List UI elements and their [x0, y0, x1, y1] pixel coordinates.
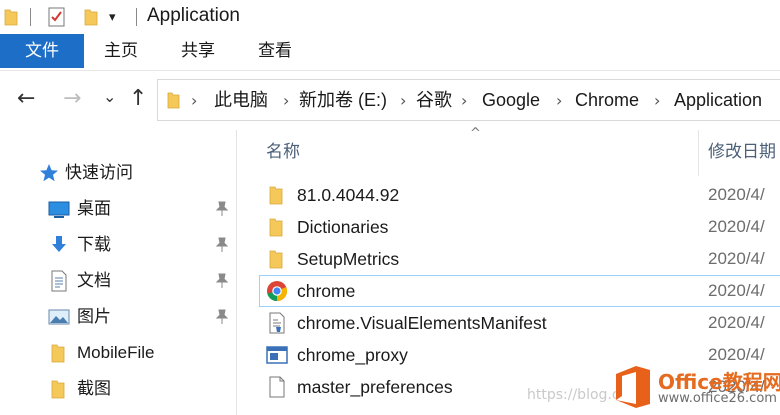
navigation-pane: 快速访问 桌面 下载 文档 图片 MobileFile 截图: [0, 130, 237, 415]
sort-indicator-icon: ^: [470, 126, 481, 141]
pin-icon[interactable]: [215, 309, 229, 325]
breadcrumb-drive[interactable]: 新加卷 (E:): [299, 88, 387, 112]
folder-icon: [51, 344, 65, 363]
file-name: 81.0.4044.92: [297, 185, 400, 205]
file-date: 2020/4/: [708, 281, 765, 300]
folder-icon: [167, 92, 180, 109]
tab-view[interactable]: 查看: [258, 34, 292, 68]
app-window-icon: [266, 346, 288, 364]
toolbar-separator: [136, 8, 137, 26]
sidebar-item-mobilefile[interactable]: MobileFile: [48, 338, 233, 368]
breadcrumb-separator[interactable]: ›: [283, 89, 289, 113]
file-row-selected[interactable]: chrome 2020/4/: [259, 275, 780, 307]
star-icon: [40, 164, 58, 182]
sidebar-item-label: 图片: [77, 307, 111, 326]
column-header-name[interactable]: 名称: [266, 140, 300, 164]
title-bar: ▾ Application: [0, 0, 780, 34]
sidebar-item-desktop[interactable]: 桌面: [48, 194, 233, 224]
breadcrumb-separator[interactable]: ›: [556, 89, 562, 113]
sidebar-item-screenshots[interactable]: 截图: [48, 374, 233, 404]
breadcrumb-google[interactable]: Google: [482, 88, 540, 112]
sidebar-item-label: 截图: [77, 379, 111, 398]
pin-icon[interactable]: [215, 273, 229, 289]
file-name: chrome_proxy: [297, 345, 408, 365]
file-row[interactable]: Dictionaries 2020/4/: [260, 212, 780, 242]
picture-icon: [48, 309, 70, 325]
tab-home[interactable]: 主页: [104, 34, 138, 68]
download-icon: [52, 236, 66, 252]
breadcrumb-separator[interactable]: ›: [461, 89, 467, 113]
forward-button[interactable]: →: [63, 85, 81, 113]
breadcrumb-this-pc[interactable]: 此电脑: [214, 88, 268, 112]
watermark-site: www.office26.com: [658, 391, 777, 406]
manifest-file-icon: [269, 312, 285, 334]
desktop-icon: [48, 201, 70, 218]
watermark-url: https://blog.c: [527, 387, 620, 403]
sidebar-item-pictures[interactable]: 图片: [48, 302, 233, 332]
toolbar-separator: [30, 8, 31, 26]
tab-file[interactable]: 文件: [0, 34, 84, 68]
file-name: chrome: [297, 281, 356, 301]
breadcrumb-separator[interactable]: ›: [654, 89, 660, 113]
tab-share[interactable]: 共享: [181, 34, 215, 68]
address-bar[interactable]: › 此电脑 › 新加卷 (E:) › 谷歌 › Google › Chrome …: [157, 79, 780, 121]
file-name: chrome.VisualElementsManifest: [297, 313, 547, 333]
file-row[interactable]: chrome.VisualElementsManifest 2020/4/: [260, 308, 780, 338]
file-name: SetupMetrics: [297, 249, 400, 269]
file-date: 2020/4/: [708, 249, 765, 268]
folder-icon: [269, 186, 283, 205]
file-date: 2020/4/: [708, 313, 765, 332]
column-header-modified[interactable]: 修改日期: [708, 140, 776, 164]
sidebar-item-label: 下载: [77, 235, 111, 254]
navigation-row: ← → ⌄ ↑ › 此电脑 › 新加卷 (E:) › 谷歌 › Google ›…: [0, 71, 780, 129]
breadcrumb-chrome[interactable]: Chrome: [575, 88, 639, 112]
recent-locations-button[interactable]: ⌄: [103, 83, 116, 111]
up-button[interactable]: ↑: [129, 85, 147, 113]
customize-toolbar-icon[interactable]: ▾: [109, 10, 116, 25]
breadcrumb-separator[interactable]: ›: [400, 89, 406, 113]
sidebar-item-label: 桌面: [77, 199, 111, 218]
chrome-icon: [267, 281, 288, 302]
ribbon-tabs: 文件 主页 共享 查看: [0, 34, 780, 71]
breadcrumb-guge[interactable]: 谷歌: [416, 88, 452, 112]
breadcrumb-separator[interactable]: ›: [191, 89, 197, 113]
folder-icon: [269, 250, 283, 269]
folder-icon: [269, 218, 283, 237]
sidebar-item-quick-access[interactable]: 快速访问: [38, 158, 233, 188]
breadcrumb-application[interactable]: Application: [674, 88, 762, 112]
sidebar-item-label: 文档: [77, 271, 111, 290]
file-row[interactable]: 81.0.4044.92 2020/4/: [260, 180, 780, 210]
pin-icon[interactable]: [215, 237, 229, 253]
sidebar-item-label: MobileFile: [77, 343, 155, 362]
blank-file-icon: [269, 376, 285, 398]
folder-icon[interactable]: [4, 7, 18, 27]
document-icon: [51, 270, 67, 292]
sidebar-item-documents[interactable]: 文档: [48, 266, 233, 296]
sidebar-item-downloads[interactable]: 下载: [48, 230, 233, 260]
office-logo-icon: [616, 366, 650, 408]
sidebar-item-label: 快速访问: [65, 163, 133, 182]
watermark-logo: Office教程网 www.office26.com: [612, 364, 780, 412]
pin-icon[interactable]: [215, 201, 229, 217]
new-folder-icon[interactable]: [84, 7, 98, 27]
file-date: 2020/4/: [708, 185, 765, 204]
file-row[interactable]: SetupMetrics 2020/4/: [260, 244, 780, 274]
back-button[interactable]: ←: [17, 85, 35, 113]
file-name: master_preferences: [297, 377, 453, 397]
file-name: Dictionaries: [297, 217, 389, 237]
column-divider[interactable]: [698, 130, 699, 176]
window-title: Application: [147, 5, 240, 26]
properties-icon[interactable]: [46, 6, 68, 28]
file-date: 2020/4/: [708, 217, 765, 236]
folder-icon: [51, 380, 65, 399]
